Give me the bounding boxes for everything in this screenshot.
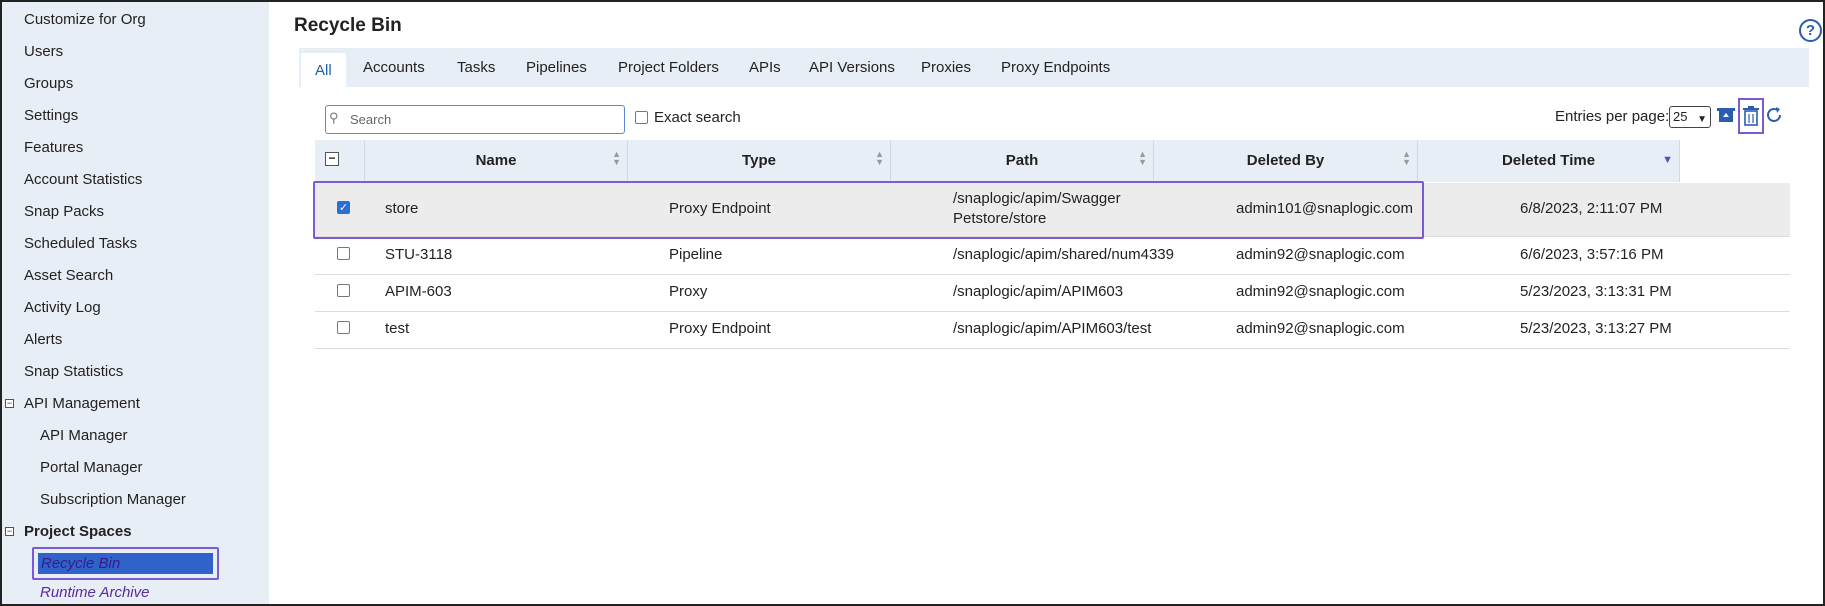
tab-apis[interactable]: APIs (749, 48, 781, 87)
sidebar-item-account-statistics[interactable]: Account Statistics (24, 171, 142, 188)
sidebar-item-settings[interactable]: Settings (24, 107, 78, 124)
sidebar-item-snap-packs[interactable]: Snap Packs (24, 203, 104, 220)
sort-icon: ▲ ▼ (1402, 149, 1411, 167)
column-name-label: Name (475, 152, 517, 169)
table-row[interactable]: STU-3118 Pipeline /snaplogic/apim/shared… (315, 238, 1790, 275)
row-deleted-by: admin92@snaplogic.com (1236, 246, 1405, 263)
row-deleted-time: 6/8/2023, 2:11:07 PM (1520, 200, 1663, 217)
tab-api-versions[interactable]: API Versions (809, 48, 895, 87)
tab-pipelines[interactable]: Pipelines (526, 48, 587, 87)
sidebar-item-recycle-bin[interactable]: Recycle Bin (38, 553, 213, 574)
row-deleted-time: 6/6/2023, 3:57:16 PM (1520, 246, 1664, 263)
row-path: /snaplogic/apim/APIM603/test (953, 320, 1152, 337)
sidebar: Customize for Org Users Groups Settings … (2, 2, 269, 604)
select-all-checkbox[interactable]: − (325, 152, 339, 166)
row-checkbox[interactable] (337, 284, 350, 297)
entries-per-page-value: 25 (1673, 109, 1688, 124)
sidebar-item-asset-search[interactable]: Asset Search (24, 267, 113, 284)
column-header-deleted-time[interactable]: Deleted Time ▼ (1418, 140, 1680, 182)
tab-project-folders[interactable]: Project Folders (618, 48, 719, 87)
sidebar-group-project-spaces[interactable]: Project Spaces (24, 523, 132, 540)
restore-icon[interactable] (1715, 105, 1737, 129)
sidebar-item-features[interactable]: Features (24, 139, 83, 156)
row-type: Proxy (669, 283, 708, 300)
row-deleted-by: admin92@snaplogic.com (1236, 320, 1405, 337)
exact-search-option[interactable]: Exact search (635, 109, 741, 126)
tab-bar: All Accounts Tasks Pipelines Project Fol… (299, 48, 1809, 87)
select-all-header: − (315, 140, 365, 182)
sort-icon: ▲ ▼ (875, 149, 884, 167)
column-deleted-time-label: Deleted Time (1501, 152, 1596, 169)
row-type: Pipeline (669, 246, 723, 263)
table-row[interactable]: test Proxy Endpoint /snaplogic/apim/APIM… (315, 312, 1790, 349)
chevron-down-icon: ▼ (1697, 114, 1707, 125)
row-type: Proxy Endpoint (669, 320, 771, 337)
collapse-icon[interactable]: − (5, 527, 14, 536)
row-checkbox[interactable] (337, 321, 350, 334)
selection-highlight (313, 181, 1424, 239)
sidebar-item-alerts[interactable]: Alerts (24, 331, 62, 348)
app-window: Customize for Org Users Groups Settings … (0, 0, 1825, 606)
delete-icon[interactable] (1740, 105, 1762, 129)
column-deleted-by-label: Deleted By (1246, 152, 1325, 169)
column-header-path[interactable]: Path ▲ ▼ (891, 140, 1154, 182)
sidebar-item-snap-statistics[interactable]: Snap Statistics (24, 363, 123, 380)
sidebar-item-activity-log[interactable]: Activity Log (24, 299, 101, 316)
table-row[interactable]: APIM-603 Proxy /snaplogic/apim/APIM603 a… (315, 275, 1790, 312)
sidebar-item-scheduled-tasks[interactable]: Scheduled Tasks (24, 235, 137, 252)
sort-icon: ▲ ▼ (1138, 149, 1147, 167)
tab-proxy-endpoints[interactable]: Proxy Endpoints (1001, 48, 1110, 87)
search-field: ⚲ (325, 105, 625, 134)
column-type-label: Type (742, 152, 776, 169)
sidebar-item-users[interactable]: Users (24, 43, 63, 60)
page-title: Recycle Bin (294, 15, 402, 36)
sort-desc-icon: ▼ (1662, 154, 1673, 166)
sidebar-item-api-manager[interactable]: API Manager (40, 427, 128, 444)
row-name: APIM-603 (385, 283, 452, 300)
refresh-icon[interactable] (1763, 105, 1785, 129)
row-deleted-time: 5/23/2023, 3:13:31 PM (1520, 283, 1672, 300)
exact-search-checkbox[interactable] (635, 111, 648, 124)
entries-per-page-label: Entries per page: (1555, 108, 1670, 125)
row-path: /snaplogic/apim/shared/num4339 (953, 246, 1174, 263)
help-icon[interactable]: ? (1799, 19, 1822, 42)
collapse-icon[interactable]: − (5, 399, 14, 408)
sidebar-group-api-management[interactable]: API Management (24, 395, 140, 412)
sidebar-item-groups[interactable]: Groups (24, 75, 73, 92)
tab-all[interactable]: All (301, 53, 346, 87)
row-name: test (385, 320, 410, 337)
row-deleted-by: admin92@snaplogic.com (1236, 283, 1405, 300)
entries-per-page-select[interactable]: 25 ▼ (1669, 106, 1711, 128)
search-icon: ⚲ (329, 110, 339, 125)
column-header-name[interactable]: Name ▲ ▼ (365, 140, 628, 182)
sidebar-item-runtime-archive[interactable]: Runtime Archive (40, 584, 149, 601)
sidebar-item-subscription-manager[interactable]: Subscription Manager (40, 491, 186, 508)
column-header-deleted-by[interactable]: Deleted By ▲ ▼ (1154, 140, 1418, 182)
column-path-label: Path (1005, 152, 1039, 169)
tab-proxies[interactable]: Proxies (921, 48, 971, 87)
search-input[interactable] (350, 109, 620, 130)
column-header-type[interactable]: Type ▲ ▼ (628, 140, 891, 182)
selection-highlight: Recycle Bin (32, 547, 219, 580)
tab-tasks[interactable]: Tasks (457, 48, 495, 87)
row-path: /snaplogic/apim/APIM603 (953, 283, 1124, 300)
row-name: STU-3118 (385, 246, 453, 263)
sort-icon: ▲ ▼ (612, 149, 621, 167)
row-checkbox[interactable] (337, 247, 350, 260)
exact-search-label: Exact search (654, 109, 741, 126)
tab-accounts[interactable]: Accounts (363, 48, 425, 87)
sidebar-item-portal-manager[interactable]: Portal Manager (40, 459, 143, 476)
sidebar-item-customize-for-org[interactable]: Customize for Org (24, 11, 146, 28)
row-deleted-time: 5/23/2023, 3:13:27 PM (1520, 320, 1672, 337)
